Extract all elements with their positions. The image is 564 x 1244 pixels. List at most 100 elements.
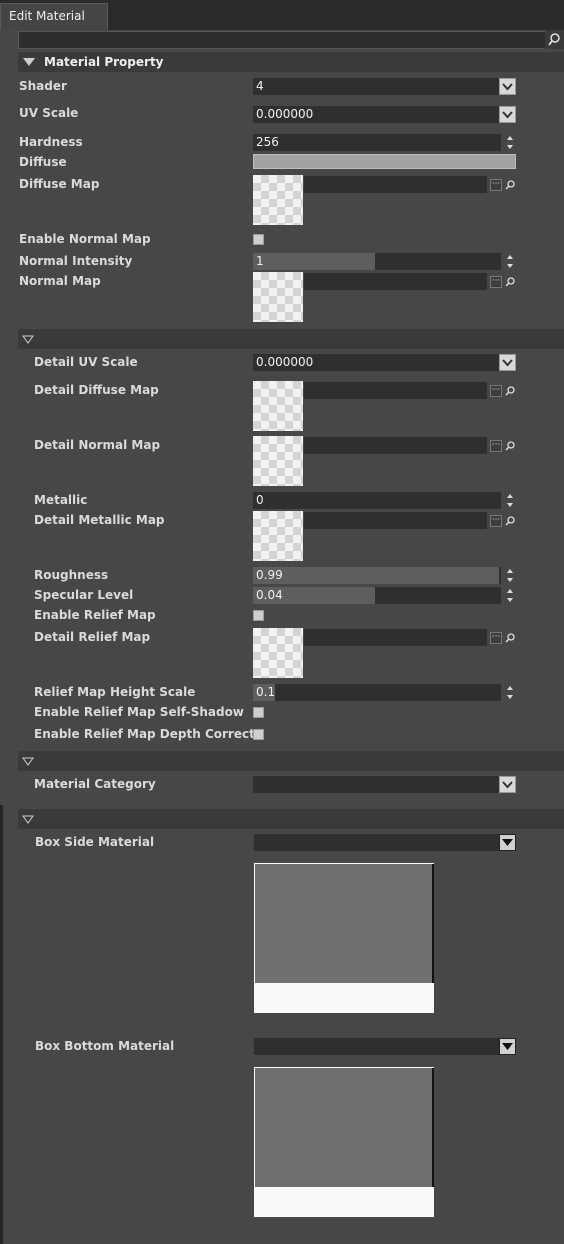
- detail-metallic-map-path[interactable]: [304, 512, 487, 529]
- spinner-arrows-icon[interactable]: [504, 134, 516, 151]
- detail-normal-map-thumbnail[interactable]: [253, 436, 303, 486]
- spinner-arrows-icon[interactable]: [504, 253, 516, 270]
- enable-relief-depth-correct-checkbox[interactable]: [253, 729, 264, 740]
- uv-scale-combo[interactable]: 0.000000: [253, 106, 516, 123]
- detail-relief-map-path[interactable]: [304, 629, 487, 646]
- material-category-label: Material Category: [34, 777, 156, 791]
- search-icon[interactable]: [545, 30, 564, 49]
- ellipsis-icon[interactable]: ···: [490, 385, 502, 397]
- detail-metallic-map-label: Detail Metallic Map: [34, 513, 165, 527]
- preview-image: [255, 864, 434, 983]
- section-material-property[interactable]: Material Property: [18, 52, 564, 72]
- chevron-down-icon[interactable]: [499, 834, 516, 851]
- shader-value: 4: [256, 79, 264, 93]
- specular-level-slider[interactable]: 0.04: [253, 587, 501, 604]
- magnifier-icon[interactable]: [504, 385, 516, 397]
- spinner-arrows-icon[interactable]: [504, 587, 516, 604]
- detail-normal-map-label: Detail Normal Map: [34, 438, 161, 452]
- search-input[interactable]: [18, 31, 564, 49]
- detail-uv-scale-value: 0.000000: [256, 355, 314, 369]
- chevron-down-icon[interactable]: [499, 1038, 516, 1055]
- roughness-label: Roughness: [34, 568, 109, 582]
- enable-normal-map-label: Enable Normal Map: [19, 232, 151, 246]
- box-bottom-material-preview: [254, 1067, 434, 1217]
- section-detail[interactable]: [18, 329, 564, 349]
- slider-fill: [253, 567, 499, 584]
- ellipsis-icon[interactable]: ···: [490, 515, 502, 527]
- spinner-arrows-icon[interactable]: [504, 684, 516, 701]
- expand-icon[interactable]: [22, 335, 34, 344]
- section-category[interactable]: [18, 751, 564, 771]
- uv-scale-value: 0.000000: [256, 107, 314, 121]
- hardness-input[interactable]: 256: [253, 134, 501, 151]
- specular-level-label: Specular Level: [34, 588, 134, 602]
- shader-label: Shader: [19, 79, 67, 93]
- spinner-arrows-icon[interactable]: [504, 567, 516, 584]
- chevron-down-icon[interactable]: [499, 354, 516, 371]
- roughness-slider[interactable]: 0.99: [253, 567, 501, 584]
- section-box[interactable]: [18, 809, 564, 829]
- slider-fill: [253, 253, 375, 270]
- roughness-value: 0.99: [256, 568, 283, 582]
- enable-relief-map-checkbox[interactable]: [253, 610, 264, 621]
- ellipsis-icon[interactable]: ···: [490, 179, 502, 191]
- magnifier-icon[interactable]: [504, 632, 516, 644]
- diffuse-map-label: Diffuse Map: [19, 177, 100, 191]
- relief-height-scale-slider[interactable]: 0.1: [253, 684, 501, 701]
- box-side-material-preview: [254, 863, 434, 1013]
- metallic-input[interactable]: 0: [253, 492, 501, 509]
- tab-edit-material[interactable]: Edit Material: [0, 3, 108, 30]
- enable-relief-map-label: Enable Relief Map: [34, 608, 156, 622]
- box-side-material-label: Box Side Material: [35, 835, 155, 849]
- detail-diffuse-map-thumbnail[interactable]: [253, 381, 303, 431]
- relief-height-scale-value: 0.1: [256, 685, 276, 699]
- chevron-down-icon[interactable]: [499, 106, 516, 123]
- normal-map-thumbnail[interactable]: [253, 272, 303, 322]
- collapse-icon[interactable]: [23, 58, 35, 66]
- box-bottom-material-label: Box Bottom Material: [35, 1039, 175, 1053]
- section-title: Material Property: [44, 55, 164, 69]
- detail-diffuse-map-path[interactable]: [304, 382, 487, 399]
- detail-normal-map-path[interactable]: [304, 437, 487, 454]
- diffuse-color-swatch[interactable]: [253, 154, 516, 169]
- normal-intensity-value: 1: [256, 254, 264, 268]
- panel-edge: [0, 805, 3, 1244]
- material-category-combo[interactable]: [253, 776, 516, 793]
- magnifier-icon[interactable]: [504, 179, 516, 191]
- box-side-material-combo[interactable]: [254, 834, 516, 851]
- spinner-arrows-icon[interactable]: [504, 492, 516, 509]
- enable-relief-self-shadow-checkbox[interactable]: [253, 707, 264, 718]
- diffuse-map-thumbnail[interactable]: [253, 175, 303, 225]
- magnifier-icon[interactable]: [504, 440, 516, 452]
- chevron-down-icon[interactable]: [499, 776, 516, 793]
- detail-uv-scale-label: Detail UV Scale: [34, 355, 138, 369]
- specular-level-value: 0.04: [256, 588, 283, 602]
- relief-height-scale-label: Relief Map Height Scale: [34, 685, 196, 699]
- preview-image: [255, 1068, 434, 1187]
- magnifier-icon[interactable]: [504, 276, 516, 288]
- diffuse-map-path[interactable]: [304, 176, 487, 193]
- metallic-label: Metallic: [34, 493, 88, 507]
- normal-map-path[interactable]: [304, 273, 487, 290]
- box-bottom-material-combo[interactable]: [254, 1038, 516, 1055]
- ellipsis-icon[interactable]: ···: [490, 276, 502, 288]
- enable-normal-map-checkbox[interactable]: [253, 234, 264, 245]
- diffuse-label: Diffuse: [19, 155, 67, 169]
- metallic-value: 0: [256, 493, 264, 507]
- hardness-label: Hardness: [19, 135, 83, 149]
- ellipsis-icon[interactable]: ···: [490, 440, 502, 452]
- detail-relief-map-label: Detail Relief Map: [34, 630, 151, 644]
- detail-metallic-map-thumbnail[interactable]: [253, 511, 303, 561]
- chevron-down-icon[interactable]: [499, 78, 516, 95]
- magnifier-icon[interactable]: [504, 515, 516, 527]
- detail-uv-scale-combo[interactable]: 0.000000: [253, 354, 516, 371]
- expand-icon[interactable]: [22, 757, 34, 766]
- normal-intensity-slider[interactable]: 1: [253, 253, 501, 270]
- expand-icon[interactable]: [22, 815, 34, 824]
- shader-combo[interactable]: 4: [253, 78, 516, 95]
- detail-relief-map-thumbnail[interactable]: [253, 628, 303, 678]
- detail-diffuse-map-label: Detail Diffuse Map: [34, 383, 159, 397]
- ellipsis-icon[interactable]: ···: [490, 632, 502, 644]
- uv-scale-label: UV Scale: [19, 106, 79, 120]
- hardness-value: 256: [256, 135, 279, 149]
